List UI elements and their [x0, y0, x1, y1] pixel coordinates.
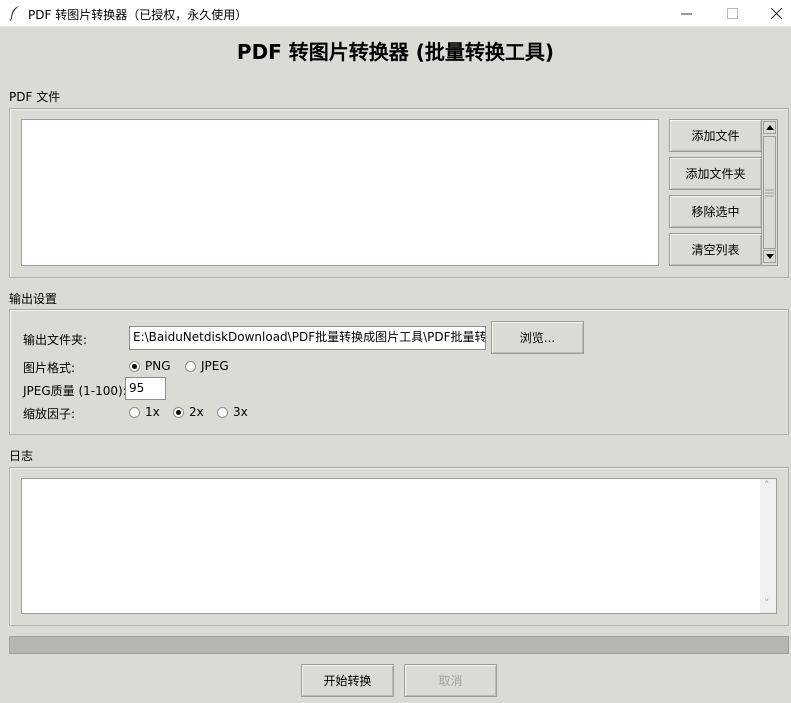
scale-2x-radio[interactable]: 2x	[173, 405, 204, 419]
jpeg-quality-label: JPEG质量 (1-100):	[23, 384, 127, 398]
log-textbox[interactable]	[21, 478, 777, 614]
scroll-thumb[interactable]	[763, 136, 776, 249]
image-format-label: 图片格式:	[23, 361, 76, 375]
pdf-files-group-label: PDF 文件	[9, 90, 61, 104]
log-group-label: 日志	[9, 449, 34, 463]
scale-3x-radio[interactable]: 3x	[217, 405, 248, 419]
browse-button[interactable]: 浏览...	[491, 321, 584, 354]
chevron-down-icon[interactable]: ˅	[764, 597, 770, 610]
cancel-button[interactable]: 取消	[404, 664, 497, 697]
format-png-radio[interactable]: PNG	[129, 359, 171, 373]
format-jpeg-radio[interactable]: JPEG	[185, 359, 229, 373]
radio-unselected-icon	[129, 406, 140, 418]
feather-icon	[9, 6, 19, 21]
scale-factor-label: 缩放因子:	[23, 407, 76, 421]
scroll-up-arrow[interactable]	[763, 121, 776, 134]
remove-selected-button[interactable]: 移除选中	[669, 195, 762, 228]
scroll-down-arrow[interactable]	[763, 250, 776, 263]
radio-selected-icon	[129, 360, 140, 372]
format-png-label: PNG	[145, 359, 171, 373]
add-file-button[interactable]: 添加文件	[669, 119, 762, 152]
scale-2x-label: 2x	[189, 405, 204, 419]
minimize-icon	[680, 13, 692, 15]
jpeg-quality-field[interactable]: 95	[125, 377, 166, 400]
log-scrollbar[interactable]: ˄ ˅	[760, 479, 776, 613]
pdf-file-list[interactable]	[21, 119, 659, 266]
window-title: PDF 转图片转换器（已授权，永久使用）	[28, 8, 248, 22]
page-title: PDF 转图片转换器 (批量转换工具)	[236, 40, 555, 64]
scale-1x-radio[interactable]: 1x	[129, 405, 160, 419]
radio-selected-icon	[173, 406, 184, 418]
radio-unselected-icon	[217, 406, 228, 418]
triangle-up-icon	[765, 125, 774, 130]
minimize-button[interactable]	[663, 0, 709, 27]
add-folder-button[interactable]: 添加文件夹	[669, 157, 762, 190]
chevron-up-icon[interactable]: ˄	[764, 479, 770, 492]
maximize-button[interactable]	[709, 0, 755, 27]
file-list-scrollbar[interactable]	[761, 119, 778, 266]
close-button[interactable]	[753, 0, 791, 27]
clear-list-button[interactable]: 清空列表	[669, 233, 762, 266]
title-bar: PDF 转图片转换器（已授权，永久使用）	[0, 0, 791, 27]
close-icon	[770, 8, 782, 19]
format-jpeg-label: JPEG	[201, 359, 229, 373]
output-folder-label: 输出文件夹:	[23, 333, 88, 347]
radio-unselected-icon	[185, 360, 196, 372]
triangle-down-icon	[765, 254, 774, 259]
start-conversion-button[interactable]: 开始转换	[301, 664, 394, 697]
grip-icon	[765, 189, 774, 197]
maximize-icon	[726, 8, 738, 19]
scale-3x-label: 3x	[233, 405, 248, 419]
scale-1x-label: 1x	[145, 405, 160, 419]
output-settings-group-label: 输出设置	[9, 292, 58, 306]
output-folder-field[interactable]: E:\BaiduNetdiskDownload\PDF批量转换成图片工具\PDF…	[129, 326, 486, 350]
progress-bar	[9, 636, 789, 654]
